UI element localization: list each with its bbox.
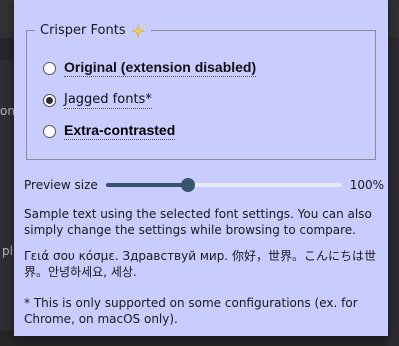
radio-original[interactable] [43, 61, 56, 75]
popup-title-text: Crisper Fonts [40, 23, 126, 38]
option-original-label[interactable]: Original (extension disabled) [64, 59, 257, 77]
option-extra-contrasted[interactable]: Extra-contrasted [43, 122, 176, 140]
option-extra-contrasted-label[interactable]: Extra-contrasted [64, 122, 176, 140]
preview-size-slider[interactable] [105, 178, 342, 192]
extension-popup: Crisper Fonts Original (extension disabl… [14, 0, 388, 336]
preview-size-row: Preview size 100% [24, 176, 384, 194]
option-original[interactable]: Original (extension disabled) [43, 59, 257, 77]
option-jagged-label[interactable]: Jagged fonts* [64, 91, 152, 109]
multilingual-sample-text: Γειά σου κόσμε. Здравствуй мир. 你好，世界。こん… [24, 249, 376, 279]
background-scroll-strip [388, 38, 399, 346]
slider-fill [105, 183, 189, 187]
popup-title: Crisper Fonts [35, 22, 151, 40]
slider-thumb[interactable] [181, 178, 196, 192]
background-text: pl [2, 244, 13, 258]
font-mode-fieldset: Crisper Fonts Original (extension disabl… [26, 22, 376, 160]
preview-size-value: 100% [349, 178, 384, 192]
background-text: on [0, 104, 15, 118]
footnote-text: * This is only supported on some configu… [24, 296, 358, 326]
sparkle-icon [130, 23, 146, 39]
radio-jagged[interactable] [43, 93, 56, 107]
option-jagged[interactable]: Jagged fonts* [43, 91, 152, 109]
sample-text: Sample text using the selected font sett… [24, 207, 372, 237]
preview-size-label: Preview size [24, 178, 98, 192]
radio-extra-contrasted[interactable] [43, 124, 56, 138]
